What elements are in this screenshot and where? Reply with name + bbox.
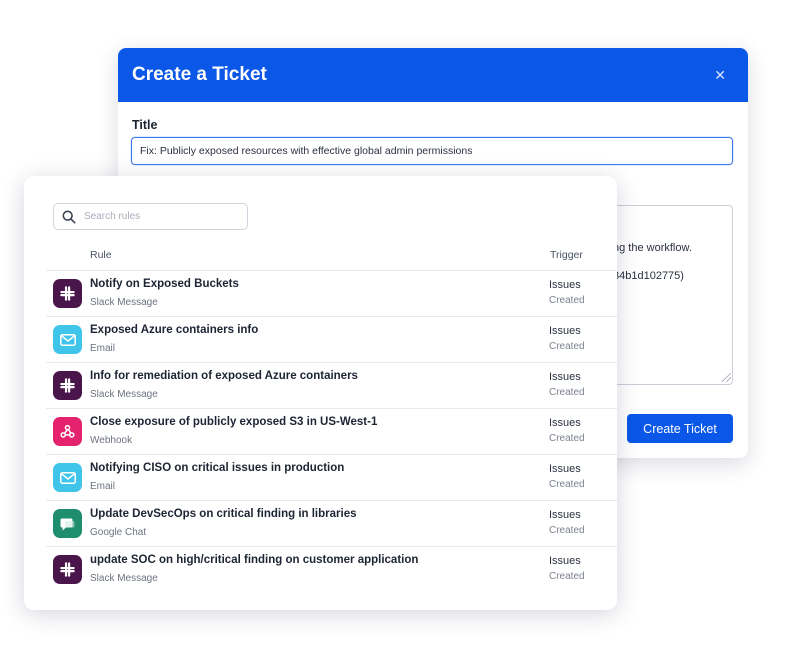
rule-row[interactable]: Notify on Exposed Buckets Slack Message Is… xyxy=(46,270,617,316)
rule-row[interactable]: update SOC on high/critical finding on c… xyxy=(46,546,617,592)
rule-trigger: Issues xyxy=(549,325,581,337)
column-header-trigger[interactable]: Trigger xyxy=(550,249,583,261)
rules-list: Notify on Exposed Buckets Slack Message Is… xyxy=(46,270,617,592)
rule-row[interactable]: Info for remediation of exposed Azure co… xyxy=(46,362,617,408)
search-icon xyxy=(62,210,76,223)
rule-row[interactable]: Update DevSecOps on critical finding in … xyxy=(46,500,617,546)
rules-panel: Rule Trigger Notify on Exposed Buckets Sl… xyxy=(24,176,617,610)
description-text-line: ng the workflow. xyxy=(613,242,692,254)
slack-icon xyxy=(53,279,82,308)
email-icon xyxy=(53,325,82,354)
create-ticket-button[interactable]: Create Ticket xyxy=(627,414,733,443)
title-input[interactable] xyxy=(131,137,733,165)
rule-name: Exposed Azure containers info xyxy=(90,324,259,336)
rule-trigger-status: Created xyxy=(549,525,585,536)
rule-trigger: Issues xyxy=(549,509,581,521)
search-box[interactable] xyxy=(53,203,248,230)
rule-trigger-status: Created xyxy=(549,387,585,398)
rule-trigger-status: Created xyxy=(549,479,585,490)
rule-name: Info for remediation of exposed Azure co… xyxy=(90,370,358,382)
close-icon[interactable]: ✕ xyxy=(714,68,726,82)
rule-channel: Email xyxy=(90,481,116,492)
rule-channel: Slack Message xyxy=(90,573,158,584)
rule-name: Notifying CISO on critical issues in pro… xyxy=(90,462,345,474)
webhook-icon xyxy=(53,417,82,446)
rule-trigger: Issues xyxy=(549,371,581,383)
slack-icon xyxy=(53,555,82,584)
email-icon xyxy=(53,463,82,492)
slack-icon xyxy=(53,371,82,400)
rule-channel: Slack Message xyxy=(90,297,158,308)
rule-trigger: Issues xyxy=(549,463,581,475)
rule-channel: Email xyxy=(90,343,116,354)
rule-trigger-status: Created xyxy=(549,341,585,352)
rule-name: update SOC on high/critical finding on c… xyxy=(90,554,419,566)
search-input[interactable] xyxy=(84,211,244,222)
rule-trigger: Issues xyxy=(549,417,581,429)
rule-trigger: Issues xyxy=(549,279,581,291)
rule-channel: Webhook xyxy=(90,435,133,446)
rule-row[interactable]: Close exposure of publicly exposed S3 in… xyxy=(46,408,617,454)
google-chat-icon xyxy=(53,509,82,538)
rule-channel: Google Chat xyxy=(90,527,147,538)
rule-trigger-status: Created xyxy=(549,295,585,306)
resize-handle-icon[interactable] xyxy=(722,373,731,382)
rule-name: Close exposure of publicly exposed S3 in… xyxy=(90,416,378,428)
rule-name: Notify on Exposed Buckets xyxy=(90,278,239,290)
rule-trigger-status: Created xyxy=(549,433,585,444)
modal-title: Create a Ticket xyxy=(132,64,267,85)
column-header-rule[interactable]: Rule xyxy=(90,249,112,261)
modal-header: Create a Ticket ✕ xyxy=(118,48,748,102)
rule-trigger-status: Created xyxy=(549,571,585,582)
rule-channel: Slack Message xyxy=(90,389,158,400)
rule-trigger: Issues xyxy=(549,555,581,567)
rule-row[interactable]: Notifying CISO on critical issues in pro… xyxy=(46,454,617,500)
rule-row[interactable]: Exposed Azure containers info Email Issues… xyxy=(46,316,617,362)
title-label: Title xyxy=(132,118,158,132)
description-text-line: 34b1d102775) xyxy=(613,270,684,282)
rule-name: Update DevSecOps on critical finding in … xyxy=(90,508,357,520)
